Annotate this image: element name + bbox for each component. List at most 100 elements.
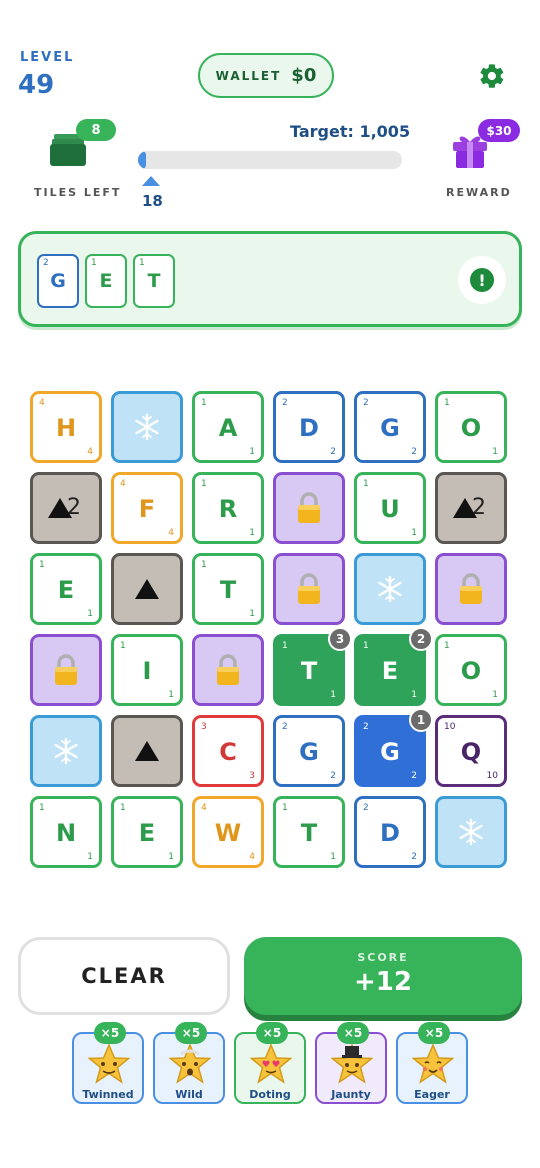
tile-letter: G [380, 738, 400, 766]
letter-tile[interactable]: 1 U 1 [354, 472, 426, 544]
tile-score: 1 [39, 803, 45, 813]
tile-score: 10 [486, 771, 498, 781]
locked-tile[interactable] [435, 553, 507, 625]
tile-score: 4 [87, 447, 93, 457]
level-label: LEVEL [20, 50, 75, 65]
ice-tile[interactable] [111, 391, 183, 463]
tile-letter: C [219, 738, 237, 766]
tile-score: 2 [330, 447, 336, 457]
tile-letter: G [380, 414, 400, 442]
letter-tile[interactable]: 10 Q 10 [435, 715, 507, 787]
letter-tile[interactable]: 4H4 [30, 391, 102, 463]
tile-score: 2 [411, 852, 417, 862]
rock-tile[interactable]: 2 [435, 472, 507, 544]
letter-tile[interactable]: 1 A 1 [192, 391, 264, 463]
powerup-multiplier: ×5 [337, 1022, 369, 1044]
tile-score: 1 [249, 447, 255, 457]
letter-tile[interactable]: 3 C 3 [192, 715, 264, 787]
tile-score: 1 [363, 641, 369, 651]
tile-letter: U [380, 495, 400, 523]
gear-icon[interactable] [478, 62, 506, 90]
tile-score: 1 [444, 641, 450, 651]
letter-tile[interactable]: 1 T 1 [192, 553, 264, 625]
wallet-button[interactable]: WALLET $0 [198, 53, 334, 98]
tiles-left-count: 8 [76, 119, 116, 141]
tile-letter: F [138, 495, 156, 523]
tile-score: 3 [201, 722, 207, 732]
star-icon [331, 1044, 373, 1084]
clear-button[interactable]: CLEAR [18, 937, 230, 1015]
rock-tile[interactable] [111, 553, 183, 625]
tile-score: 2 [282, 722, 288, 732]
powerup-doting[interactable]: ×5 Doting [234, 1022, 306, 1104]
current-word-panel: 2 G 1 E 1 T ! [18, 231, 522, 327]
powerup-eager[interactable]: ×5 Eager [396, 1022, 468, 1104]
word-tile: 1 T [133, 254, 175, 308]
letter-tile[interactable]: 1O1 [435, 391, 507, 463]
rock-tile[interactable]: 2 [30, 472, 102, 544]
tile-score: 1 [492, 447, 498, 457]
tile-score: 2 [363, 722, 369, 732]
tile-score: 4 [39, 398, 45, 408]
letter-tile[interactable]: 4W4 [192, 796, 264, 868]
letter-tile[interactable]: 1 E 1 2 [354, 627, 433, 706]
tile-letter: O [460, 414, 482, 442]
snowflake-icon [114, 394, 180, 460]
letter-tile[interactable]: 2 G 2 [354, 391, 426, 463]
tile-score: 1 [411, 690, 417, 700]
tile-letter: D [380, 819, 400, 847]
powerup-wild[interactable]: ×5 Wild [153, 1022, 225, 1104]
letter-tile[interactable]: 1 E 1 [111, 796, 183, 868]
tile-score: 4 [120, 479, 126, 489]
locked-tile[interactable] [273, 472, 345, 544]
locked-tile[interactable] [273, 553, 345, 625]
powerup-twinned[interactable]: ×5 Twinned [72, 1022, 144, 1104]
tile-score: 3 [249, 771, 255, 781]
letter-tile[interactable]: 2 G 2 [273, 715, 345, 787]
tile-score: 1 [120, 803, 126, 813]
tile-score: 1 [492, 690, 498, 700]
tile-score: 1 [411, 528, 417, 538]
locked-tile[interactable] [30, 634, 102, 706]
tile-score: 1 [249, 609, 255, 619]
triangle-icon [114, 718, 180, 784]
tile-letter: O [460, 657, 482, 685]
letter-tile[interactable]: 1 R 1 [192, 472, 264, 544]
reward-label: REWARD [446, 186, 512, 199]
tile-score: 1 [39, 560, 45, 570]
tile-score: 1 [168, 852, 174, 862]
lock-icon [438, 556, 504, 622]
tile-letter: E [57, 576, 75, 604]
info-button[interactable]: ! [458, 256, 506, 304]
tile-score: 2 [411, 771, 417, 781]
powerup-jaunty[interactable]: ×5 Jaunty [315, 1022, 387, 1104]
progress-marker-value: 18 [142, 192, 163, 210]
score-button[interactable]: SCORE +12 [244, 937, 522, 1015]
tile-score: 1 [363, 479, 369, 489]
letter-tile[interactable]: 4 F 4 [111, 472, 183, 544]
triangle-icon [438, 475, 504, 541]
locked-tile[interactable] [192, 634, 264, 706]
tile-score: 4 [249, 852, 255, 862]
word-tile-score: 2 [43, 258, 49, 268]
level-value: 49 [18, 70, 55, 100]
ice-tile[interactable] [354, 553, 426, 625]
letter-tile[interactable]: 1 E 1 [30, 553, 102, 625]
letter-tile[interactable]: 1 I 1 [111, 634, 183, 706]
tile-letter: I [142, 657, 152, 685]
tile-score: 1 [168, 690, 174, 700]
letter-tile[interactable]: 1 T 1 [273, 796, 345, 868]
word-tile-score: 1 [139, 258, 145, 268]
letter-tile[interactable]: 1O1 [435, 634, 507, 706]
rock-tile[interactable] [111, 715, 183, 787]
letter-tile[interactable]: 2 G 2 1 [354, 708, 433, 787]
letter-tile[interactable]: 1N1 [30, 796, 102, 868]
letter-tile[interactable]: 2 D 2 [354, 796, 426, 868]
letter-tile[interactable]: 2 D 2 [273, 391, 345, 463]
letter-tile[interactable]: 1 T 1 3 [273, 627, 352, 706]
powerup-multiplier: ×5 [94, 1022, 126, 1044]
ice-tile[interactable] [435, 796, 507, 868]
ice-tile[interactable] [30, 715, 102, 787]
tile-score: 10 [444, 722, 456, 732]
word-tile-letter: E [99, 270, 113, 292]
